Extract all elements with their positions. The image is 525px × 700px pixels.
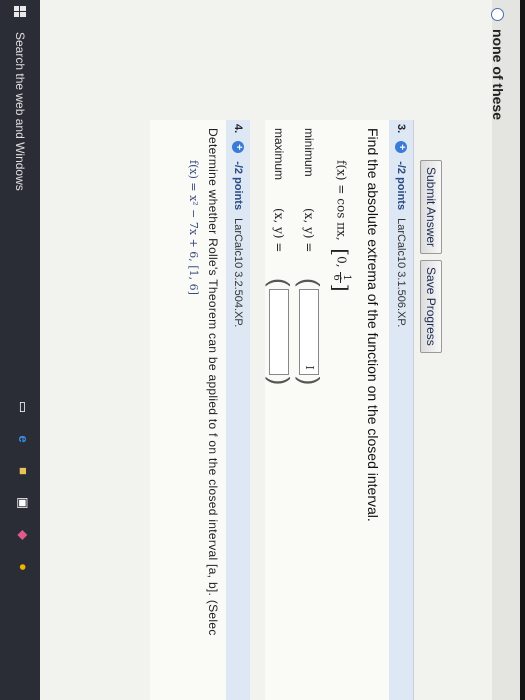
fraction-denominator: 6 xyxy=(331,274,342,281)
points-label: -/2 points xyxy=(395,161,407,211)
chrome-icon[interactable]: ● xyxy=(16,560,31,574)
store-icon[interactable]: ▣ xyxy=(16,496,31,510)
question-3-header: 3. + -/2 points LarCalc10 3.1.506.XP. xyxy=(389,120,413,700)
windows-taskbar: Search the web and Windows ▭ e ■ ▣ ◆ ● xyxy=(0,0,40,700)
windows-start-icon[interactable] xyxy=(14,6,26,18)
task-view-icon[interactable]: ▭ xyxy=(16,400,31,414)
function-text: f(x) = cos πx, xyxy=(334,160,349,241)
app-icon[interactable]: ◆ xyxy=(16,528,31,542)
interval-close-bracket: ] xyxy=(329,283,353,292)
minimum-row: minimum (x, y) = ( I ) xyxy=(294,128,325,385)
expand-icon[interactable]: + xyxy=(232,141,244,154)
answer-option-label: none of these xyxy=(490,29,506,121)
paren-close: ) xyxy=(265,376,295,386)
expand-icon[interactable]: + xyxy=(395,141,407,154)
photo-stage: none of these Submit Answer Save Progres… xyxy=(0,0,525,700)
paren-close: ) xyxy=(295,376,325,386)
answer-option-row[interactable]: none of these xyxy=(490,8,506,120)
interval-left: 0, xyxy=(334,256,349,268)
maximum-input[interactable] xyxy=(269,288,290,375)
edge-icon[interactable]: e xyxy=(16,432,31,446)
interval-fraction: 1 6 xyxy=(331,272,352,283)
maximum-label: maximum xyxy=(272,128,287,181)
file-explorer-icon[interactable]: ■ xyxy=(16,464,31,478)
points-label: -/2 points xyxy=(232,161,244,211)
pair-label: (x, y) = xyxy=(272,208,287,253)
submit-answer-button[interactable]: Submit Answer xyxy=(420,160,442,255)
question-source: LarCalc10 3.1.506.XP. xyxy=(395,218,407,328)
radio-button[interactable] xyxy=(491,8,505,21)
paren-open: ( xyxy=(295,278,325,287)
browser-screen: none of these Submit Answer Save Progres… xyxy=(0,0,520,700)
question-prompt: Find the absolute extrema of the functio… xyxy=(365,128,381,522)
interval-open-bracket: [ xyxy=(329,248,353,257)
question-4: 4. + -/2 points LarCalc10 3.2.504.XP. De… xyxy=(150,120,250,700)
taskbar-icons: ▭ e ■ ▣ ◆ ● xyxy=(16,400,31,574)
function-expression: f(x) = x² − 7x + 6, [1, 6] xyxy=(187,160,200,295)
question-number: 4. xyxy=(232,124,244,134)
function-expression: f(x) = cos πx, [0, 1 6 ] xyxy=(329,160,353,292)
minimum-input[interactable]: I xyxy=(299,288,320,375)
question-source: LarCalc10 3.2.504.XP. xyxy=(232,218,244,328)
maximum-row: maximum (x, y) = ( ) xyxy=(264,128,295,385)
taskbar-search[interactable]: Search the web and Windows xyxy=(13,32,27,191)
question-prompt: Determine whether Rolle's Theorem can be… xyxy=(206,128,220,636)
pair-label: (x, y) = xyxy=(302,208,317,253)
paren-open: ( xyxy=(265,278,295,287)
question-number: 3. xyxy=(395,124,407,134)
save-progress-button[interactable]: Save Progress xyxy=(420,260,442,353)
action-buttons: Submit Answer Save Progress xyxy=(420,160,442,353)
question-4-header: 4. + -/2 points LarCalc10 3.2.504.XP. xyxy=(226,120,250,700)
question-3: 3. + -/2 points LarCalc10 3.1.506.XP. Fi… xyxy=(265,120,414,700)
minimum-label: minimum xyxy=(302,128,317,177)
